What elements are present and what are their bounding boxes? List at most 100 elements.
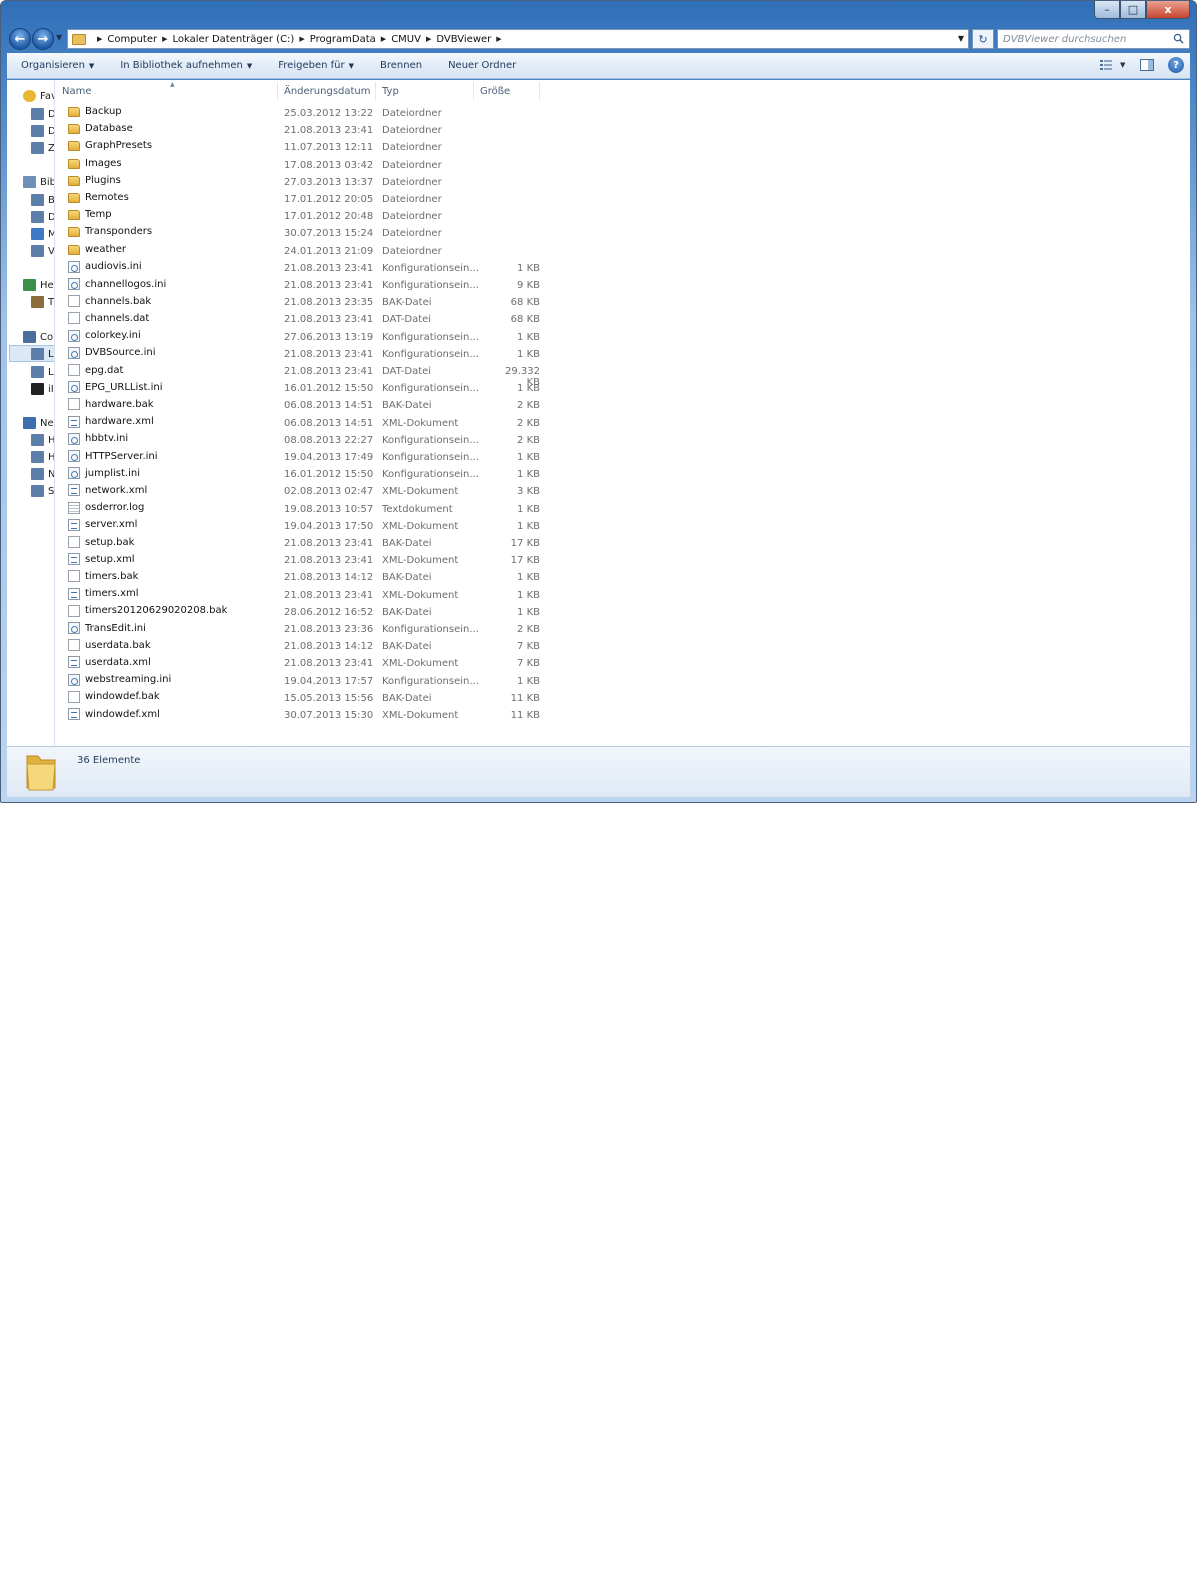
file-row[interactable]: setup.bak 21.08.2013 23:41 BAK-Datei 17 KB bbox=[68, 535, 588, 552]
file-name-cell[interactable]: hbbtv.ini bbox=[68, 432, 128, 445]
file-row[interactable]: windowdef.xml 30.07.2013 15:30 XML-Dokumen… bbox=[68, 707, 588, 724]
file-row[interactable]: webstreaming.ini 19.04.2013 17:57 Konfigur… bbox=[68, 673, 588, 690]
file-row[interactable]: timers20120629020208.bak 28.06.2012 16:52… bbox=[68, 604, 588, 621]
file-row[interactable]: epg.dat 21.08.2013 23:41 DAT-Datei 29.332 K… bbox=[68, 363, 588, 388]
file-name-cell[interactable]: Temp bbox=[68, 209, 112, 221]
nav-item[interactable]: Bib bbox=[23, 174, 54, 190]
column-header-size[interactable]: Größe bbox=[474, 82, 540, 100]
file-name-cell[interactable]: DVBSource.ini bbox=[68, 346, 155, 359]
file-row[interactable]: EPG_URLList.ini 16.01.2012 15:50 Konfigura… bbox=[68, 380, 588, 397]
file-row[interactable]: server.xml 19.04.2013 17:50 XML-Dokument 1 … bbox=[68, 518, 588, 535]
file-row[interactable]: channellogos.ini 21.08.2013 23:41 Konfigur… bbox=[68, 277, 588, 294]
back-button[interactable]: ← bbox=[9, 28, 31, 50]
file-name-cell[interactable]: osderror.log bbox=[68, 501, 144, 514]
file-name-cell[interactable]: hardware.bak bbox=[68, 398, 154, 411]
file-row[interactable]: setup.xml 21.08.2013 23:41 XML-Dokument 17 … bbox=[68, 552, 588, 569]
file-row[interactable]: osderror.log 19.08.2013 10:57 Textdokument… bbox=[68, 501, 588, 518]
nav-item[interactable]: Fav bbox=[23, 88, 54, 104]
file-row[interactable]: colorkey.ini 27.06.2013 13:19 Konfiguratio… bbox=[68, 329, 588, 346]
nav-item[interactable]: V bbox=[31, 243, 54, 259]
nav-item[interactable]: L bbox=[31, 364, 54, 380]
file-name-cell[interactable]: userdata.bak bbox=[68, 639, 151, 652]
file-name-cell[interactable]: Backup bbox=[68, 106, 122, 117]
chevron-right-icon[interactable]: ▶ bbox=[97, 35, 102, 43]
minimize-button[interactable]: – bbox=[1094, 1, 1120, 19]
file-row[interactable]: userdata.xml 21.08.2013 23:41 XML-Dokument… bbox=[68, 655, 588, 672]
breadcrumb-dvbviewer[interactable]: DVBViewer bbox=[436, 34, 491, 45]
navigation-pane[interactable]: FavDDZBibBDMVHeTCoLLiINeHHNS bbox=[7, 80, 55, 746]
burn-button[interactable]: Brennen bbox=[366, 60, 434, 71]
file-name-cell[interactable]: epg.dat bbox=[68, 364, 123, 376]
search-input[interactable] bbox=[1003, 33, 1163, 45]
folder-row[interactable]: Backup 25.03.2012 13:22 Dateiordner bbox=[68, 105, 588, 122]
file-row[interactable]: audiovis.ini 21.08.2013 23:41 Konfiguratio… bbox=[68, 260, 588, 277]
address-dropdown-icon[interactable]: ▼ bbox=[958, 34, 964, 43]
folder-row[interactable]: Transponders 30.07.2013 15:24 Dateiordner bbox=[68, 225, 588, 242]
file-name-cell[interactable]: hardware.xml bbox=[68, 415, 154, 428]
file-name-cell[interactable]: EPG_URLList.ini bbox=[68, 381, 163, 394]
nav-item[interactable]: Co bbox=[23, 329, 53, 345]
file-name-cell[interactable]: Transponders bbox=[68, 226, 152, 238]
file-row[interactable]: hbbtv.ini 08.08.2013 22:27 Konfigurationse… bbox=[68, 432, 588, 449]
nav-item[interactable]: iI bbox=[31, 381, 54, 397]
breadcrumb-computer[interactable]: Computer bbox=[107, 34, 157, 45]
file-name-cell[interactable]: windowdef.bak bbox=[68, 690, 160, 703]
file-row[interactable]: TransEdit.ini 21.08.2013 23:36 Konfigurati… bbox=[68, 621, 588, 638]
help-button[interactable]: ? bbox=[1168, 57, 1184, 73]
nav-item[interactable]: L bbox=[31, 346, 54, 362]
file-row[interactable]: network.xml 02.08.2013 02:47 XML-Dokument 3… bbox=[68, 483, 588, 500]
nav-item[interactable]: H bbox=[31, 432, 54, 448]
file-name-cell[interactable]: timers.xml bbox=[68, 587, 139, 600]
file-name-cell[interactable]: userdata.xml bbox=[68, 656, 151, 669]
file-name-cell[interactable]: setup.bak bbox=[68, 536, 134, 548]
breadcrumb-local-disk[interactable]: Lokaler Datenträger (C:) bbox=[173, 34, 295, 45]
file-name-cell[interactable]: setup.xml bbox=[68, 553, 135, 566]
file-name-cell[interactable]: audiovis.ini bbox=[68, 260, 142, 273]
file-name-cell[interactable]: channellogos.ini bbox=[68, 278, 166, 290]
file-name-cell[interactable]: timers.bak bbox=[68, 570, 138, 583]
file-row[interactable]: channels.dat 21.08.2013 23:41 DAT-Datei 68 … bbox=[68, 311, 588, 328]
nav-item[interactable]: H bbox=[31, 449, 54, 465]
column-header-date[interactable]: Änderungsdatum bbox=[278, 82, 376, 100]
file-name-cell[interactable]: Database bbox=[68, 123, 133, 135]
nav-item[interactable]: N bbox=[31, 466, 54, 482]
nav-item[interactable]: Z bbox=[31, 140, 54, 156]
file-name-cell[interactable]: Remotes bbox=[68, 192, 129, 203]
folder-row[interactable]: Temp 17.01.2012 20:48 Dateiordner bbox=[68, 208, 588, 225]
file-row[interactable]: HTTPServer.ini 19.04.2013 17:49 Konfigurat… bbox=[68, 449, 588, 466]
file-name-cell[interactable]: colorkey.ini bbox=[68, 329, 141, 342]
file-name-cell[interactable]: webstreaming.ini bbox=[68, 673, 171, 686]
new-folder-button[interactable]: Neuer Ordner bbox=[434, 60, 528, 71]
nav-item[interactable]: D bbox=[31, 106, 54, 122]
include-in-library-button[interactable]: In Bibliothek aufnehmen ▼ bbox=[106, 60, 264, 71]
nav-item[interactable]: S bbox=[31, 483, 54, 499]
change-view-button[interactable]: ▼ bbox=[1100, 57, 1126, 73]
file-name-cell[interactable]: HTTPServer.ini bbox=[68, 450, 158, 462]
nav-item[interactable]: M bbox=[31, 226, 54, 242]
organize-button[interactable]: Organisieren ▼ bbox=[7, 60, 106, 71]
file-name-cell[interactable]: Plugins bbox=[68, 175, 121, 186]
file-name-cell[interactable]: channels.dat bbox=[68, 312, 149, 325]
folder-row[interactable]: Remotes 17.01.2012 20:05 Dateiordner bbox=[68, 191, 588, 208]
forward-button[interactable]: → bbox=[32, 28, 54, 50]
nav-item[interactable]: B bbox=[31, 192, 54, 208]
file-row[interactable]: channels.bak 21.08.2013 23:35 BAK-Datei 68 … bbox=[68, 294, 588, 311]
nav-item[interactable]: D bbox=[31, 123, 54, 139]
folder-row[interactable]: Database 21.08.2013 23:41 Dateiordner bbox=[68, 122, 588, 139]
chevron-right-icon[interactable]: ▶ bbox=[162, 35, 167, 43]
folder-row[interactable]: GraphPresets 11.07.2013 12:11 Dateiordner bbox=[68, 139, 588, 156]
preview-pane-icon[interactable] bbox=[1140, 59, 1154, 71]
search-box[interactable] bbox=[997, 29, 1190, 49]
file-name-cell[interactable]: weather bbox=[68, 244, 126, 255]
view-dropdown-icon[interactable]: ▼ bbox=[1120, 61, 1125, 69]
file-name-cell[interactable]: GraphPresets bbox=[68, 140, 152, 152]
breadcrumb-cmuv[interactable]: CMUV bbox=[391, 34, 421, 45]
nav-item[interactable]: He bbox=[23, 277, 54, 293]
file-name-cell[interactable]: network.xml bbox=[68, 484, 147, 497]
file-name-cell[interactable]: jumplist.ini bbox=[68, 467, 140, 480]
file-row[interactable]: windowdef.bak 15.05.2013 15:56 BAK-Datei 11… bbox=[68, 690, 588, 707]
file-name-cell[interactable]: server.xml bbox=[68, 518, 137, 531]
nav-item[interactable]: T bbox=[31, 294, 54, 310]
file-name-cell[interactable]: timers20120629020208.bak bbox=[68, 604, 227, 617]
address-bar[interactable]: ▶ Computer ▶ Lokaler Datenträger (C:) ▶ … bbox=[67, 29, 969, 49]
